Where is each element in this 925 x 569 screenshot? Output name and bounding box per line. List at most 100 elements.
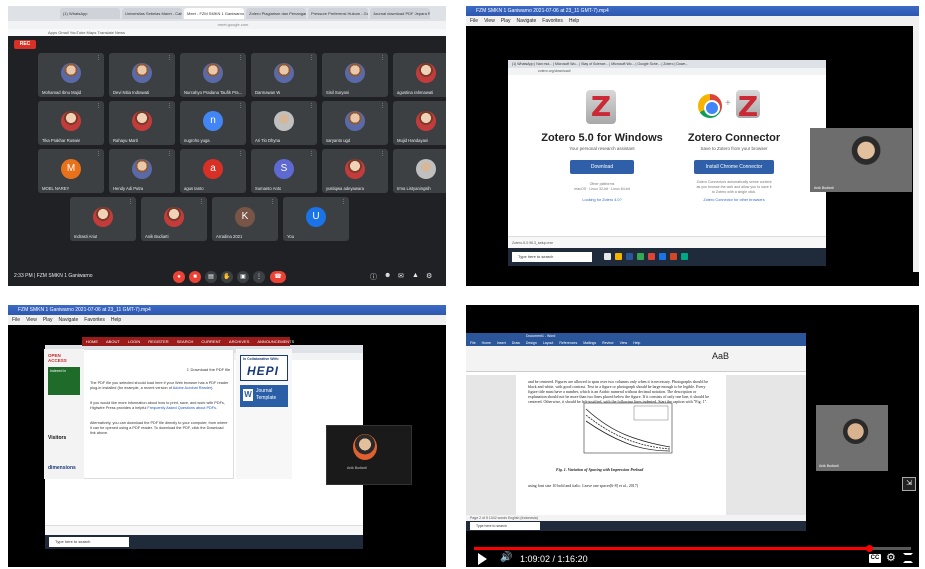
ribbon-tab[interactable]: Review [602, 341, 613, 345]
camera-off-button[interactable]: ■ [189, 271, 201, 283]
ribbon-tab[interactable]: Insert [497, 341, 506, 345]
menu-item[interactable]: Navigate [517, 18, 537, 24]
participant-tile[interactable]: K ⋮ Arradina 2021 [212, 197, 278, 241]
excel-icon[interactable] [637, 253, 644, 260]
info-icon[interactable]: ⓘ [370, 272, 377, 282]
address-url[interactable]: zotero.org/download/ [508, 68, 826, 75]
participant-tile[interactable]: M ⋮ MOEL NAREY [38, 149, 104, 193]
menu-item[interactable]: View [484, 18, 495, 24]
install-chrome-connector-button[interactable]: Install Chrome Connector [694, 160, 774, 174]
participant-tile[interactable]: ⋮Mujid Handayani [393, 101, 446, 145]
taskbar-search[interactable]: Type here to search [470, 522, 540, 530]
nav-item[interactable]: ABOUT [106, 339, 120, 344]
menu-item[interactable]: File [12, 317, 20, 323]
mic-off-button[interactable]: ● [173, 271, 185, 283]
participant-tile[interactable]: ⋮ Mohamad Ibnu Majid [38, 53, 104, 97]
tile-options-icon[interactable]: ⋮ [238, 151, 243, 157]
address-bar[interactable]: meet.google.com [8, 21, 446, 29]
nav-item[interactable]: LOGIN [128, 339, 140, 344]
ribbon-tab[interactable]: File [470, 341, 476, 345]
fullscreen-icon[interactable] [903, 553, 913, 563]
tile-options-icon[interactable]: ⋮ [380, 151, 385, 157]
download-pdf-link[interactable]: ⇩ Download the PDF file [186, 367, 230, 372]
participant-tile[interactable]: ⋮Irma Listyaningsih [393, 149, 446, 193]
pdf-faq-link[interactable]: Frequently Asked Questions about PDFs [147, 406, 216, 410]
nav-item[interactable]: HOME [86, 339, 98, 344]
menu-item[interactable]: Favorites [84, 317, 105, 323]
tile-options-icon[interactable]: ⋮ [167, 151, 172, 157]
participant-tile[interactable]: ⋮ Sisil Suryani [322, 53, 388, 97]
participant-tile[interactable]: ⋮ Nurcahyo Pradana Taufik Pra... [180, 53, 246, 97]
raise-hand-button[interactable]: ✋ [221, 271, 233, 283]
file-explorer-icon[interactable] [615, 253, 622, 260]
tile-options-icon[interactable]: ⋮ [380, 55, 385, 61]
participant-tile[interactable]: ⋮agustina rahmawati [393, 53, 446, 97]
participant-tile[interactable]: a ⋮ agus tanto [180, 149, 246, 193]
menu-item[interactable]: Play [501, 18, 511, 24]
taskbar-search[interactable]: Type here to search [512, 252, 592, 262]
people-icon[interactable]: ☻ [384, 272, 391, 279]
present-button[interactable]: ▣ [237, 271, 249, 283]
participant-tile[interactable]: ⋮ Darmawan W [251, 53, 317, 97]
other-browsers-link[interactable]: Zotero Connector for other browsers [672, 198, 796, 202]
participant-tile[interactable]: ⋮ yustiqwa adeyawara [322, 149, 388, 193]
settings-gear-icon[interactable]: ⚙ [886, 552, 896, 564]
zotero4-link[interactable]: Looking for Zotero 4.0? [540, 198, 664, 202]
ribbon-tab[interactable]: Help [633, 341, 640, 345]
edge-icon[interactable] [659, 253, 666, 260]
ribbon-tab[interactable]: References [559, 341, 577, 345]
menu-item[interactable]: Play [43, 317, 53, 323]
scrollbar[interactable] [913, 26, 919, 272]
play-icon[interactable] [478, 553, 487, 565]
menu-item[interactable]: File [470, 18, 478, 24]
menu-item[interactable]: Help [569, 18, 579, 24]
tile-options-icon[interactable]: ⋮ [238, 55, 243, 61]
participant-tile[interactable]: ⋮ Hendy Adi Putra [109, 149, 175, 193]
word-icon[interactable] [626, 253, 633, 260]
participant-tile[interactable]: ⋮ Indrasti Ariut [70, 197, 136, 241]
exit-fullscreen-icon[interactable]: ⇲ [902, 477, 916, 491]
activities-icon[interactable]: ▲ [412, 272, 419, 279]
whatsapp-icon[interactable] [681, 253, 688, 260]
tile-options-icon[interactable]: ⋮ [309, 103, 314, 109]
captions-button[interactable]: ▤ [205, 271, 217, 283]
powerpoint-icon[interactable] [670, 253, 677, 260]
participant-tile[interactable]: ⋮ saryanto ugd [322, 101, 388, 145]
participant-tile[interactable]: S ⋮ Sumanto Anto [251, 149, 317, 193]
chrome-icon[interactable] [648, 253, 655, 260]
ribbon-tab[interactable]: View [620, 341, 628, 345]
leave-call-button[interactable]: ☎ [270, 271, 286, 283]
tile-options-icon[interactable]: ⋮ [270, 199, 275, 205]
nav-item[interactable]: SEARCH [177, 339, 194, 344]
tile-options-icon[interactable]: ⋮ [309, 55, 314, 61]
nav-item[interactable]: ARCHIVES [229, 339, 249, 344]
nav-item[interactable]: ANNOUNCEMENTS [257, 339, 294, 344]
participant-tile[interactable]: ⋮ Tika Prakhar Ruswie [38, 101, 104, 145]
browser-tab[interactable]: Journal download PDF Jepara Rasa... [370, 8, 430, 19]
browser-tab[interactable]: Pressure Preferensi Hukum - Google For..… [308, 8, 368, 19]
host-controls-icon[interactable]: ⚙ [426, 272, 432, 280]
download-button[interactable]: Download [570, 160, 634, 174]
hepi-banner[interactable]: In Collaborative With: HEPI [240, 355, 288, 381]
tile-options-icon[interactable]: ⋮ [309, 151, 314, 157]
ribbon-tab[interactable]: Home [482, 341, 491, 345]
tile-options-icon[interactable]: ⋮ [238, 103, 243, 109]
captions-icon[interactable]: CC [869, 554, 881, 563]
styles-gallery[interactable]: AaB [712, 351, 729, 361]
journal-template-button[interactable]: Journal Template [240, 385, 288, 407]
menu-item[interactable]: Navigate [59, 317, 79, 323]
ribbon-tab[interactable]: Draw [512, 341, 520, 345]
menu-item[interactable]: Favorites [542, 18, 563, 24]
browser-tab[interactable]: (1) WhatsApp [60, 8, 120, 19]
participant-tile[interactable]: ⋮ Rahayu Marti [109, 101, 175, 145]
ribbon-tab[interactable]: Mailings [583, 341, 596, 345]
nav-item[interactable]: REGISTER [148, 339, 168, 344]
chat-icon[interactable]: ✉ [398, 272, 404, 280]
tile-options-icon[interactable]: ⋮ [96, 151, 101, 157]
menu-item[interactable]: Help [111, 317, 121, 323]
tile-options-icon[interactable]: ⋮ [167, 103, 172, 109]
participant-tile[interactable]: ⋮ Ari Tio Dhyna [251, 101, 317, 145]
tile-options-icon[interactable]: ⋮ [380, 103, 385, 109]
volume-icon[interactable]: 🔊 [500, 552, 512, 564]
participant-tile[interactable]: U ⋮ You [283, 197, 349, 241]
